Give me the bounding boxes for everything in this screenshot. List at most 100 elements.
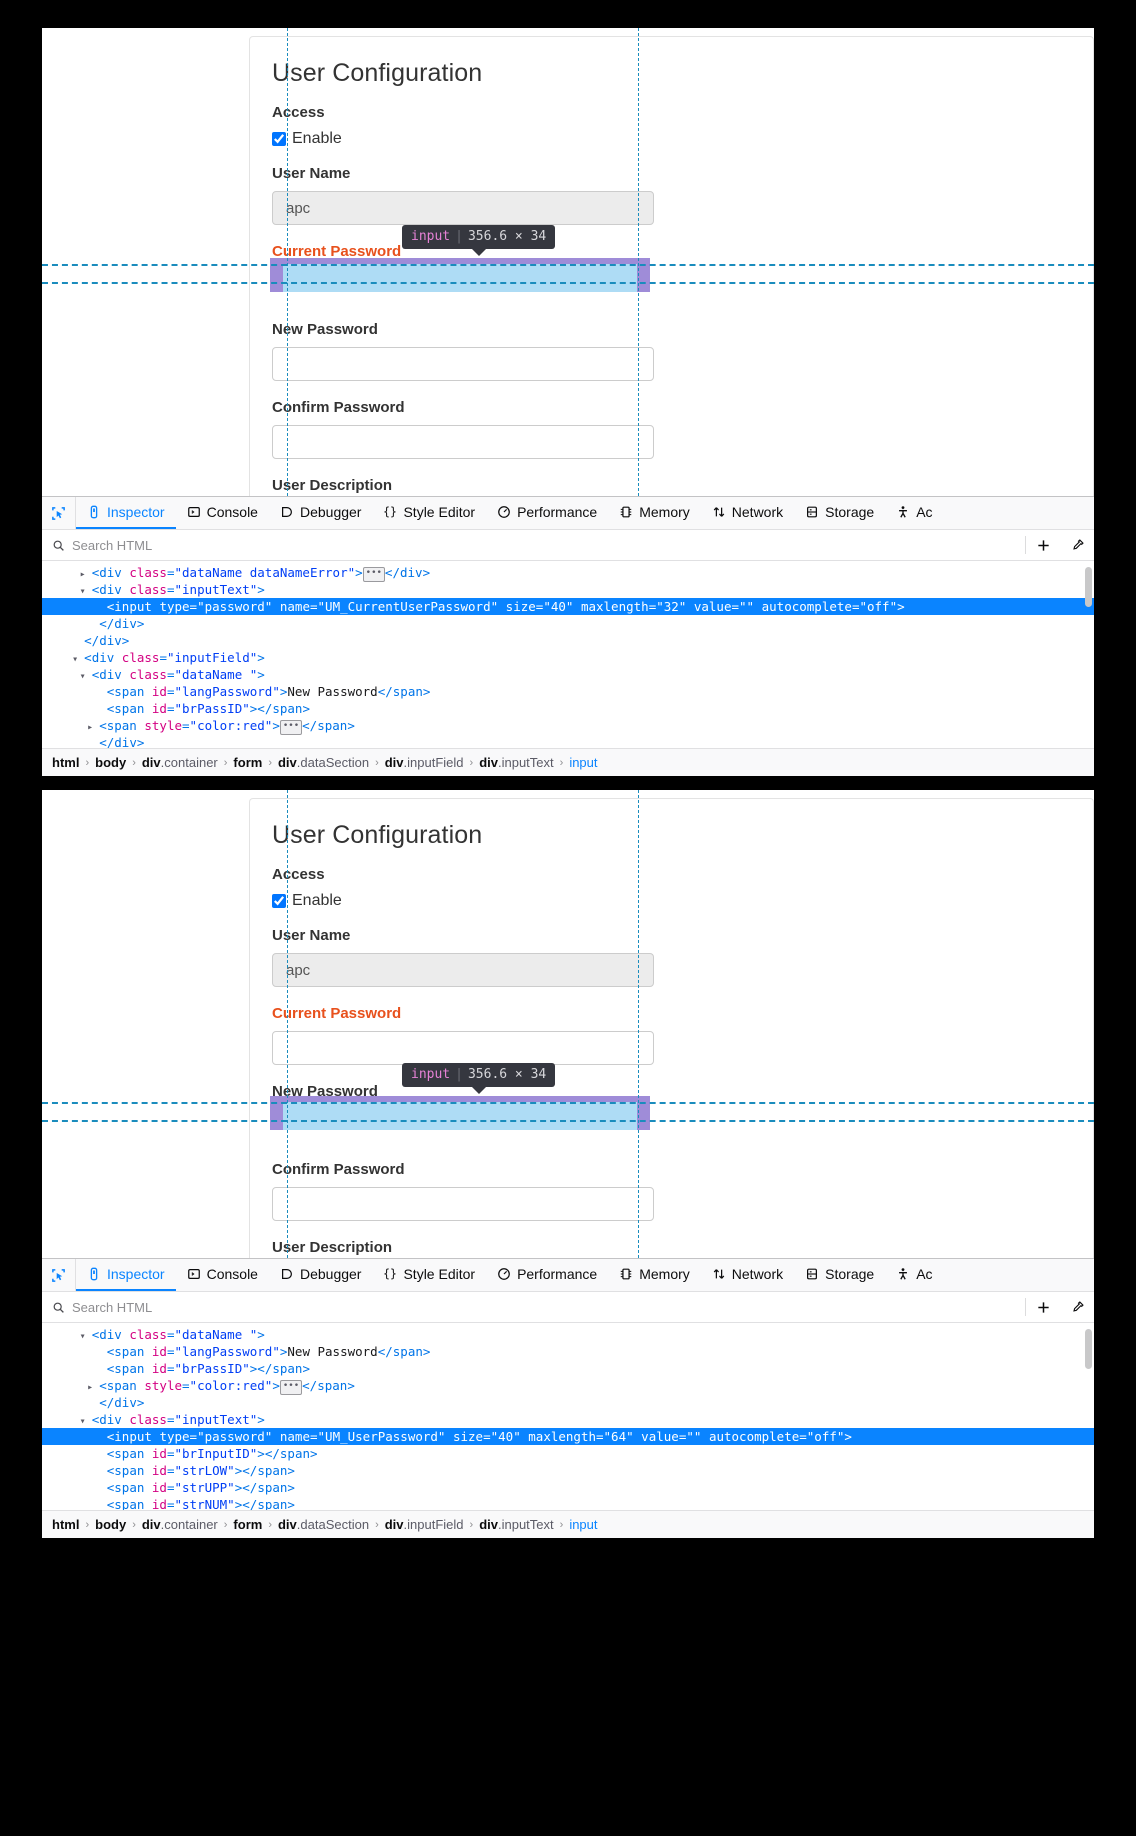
breadcrumb-item-div-inputField[interactable]: div.inputField <box>385 1517 464 1532</box>
breadcrumb-item-input[interactable]: input <box>569 1517 597 1532</box>
tab-storage[interactable]: Storage <box>794 1259 885 1291</box>
element-picker-icon[interactable] <box>42 497 76 530</box>
devtools-tab-list: Inspector Console Debugger {} Style Edit… <box>76 1259 944 1292</box>
breadcrumb-item-input[interactable]: input <box>569 755 597 770</box>
tab-storage[interactable]: Storage <box>794 497 885 529</box>
eyedropper-icon[interactable] <box>1060 1292 1094 1323</box>
breadcrumb-item-form[interactable]: form <box>233 1517 262 1532</box>
twisty-icon[interactable]: ▾ <box>80 586 92 597</box>
twisty-icon[interactable]: ▸ <box>87 722 99 733</box>
devtools-search-bar[interactable]: Search HTML <box>42 530 1094 562</box>
markup-node[interactable]: </div> <box>42 632 1094 649</box>
markup-pun: > <box>347 1378 355 1394</box>
breadcrumb-item-div-inputField[interactable]: div.inputField <box>385 755 464 770</box>
breadcrumb-item-body[interactable]: body <box>95 1517 126 1532</box>
enable-checkbox[interactable] <box>272 132 286 146</box>
breadcrumb-item-div-container[interactable]: div.container <box>142 755 218 770</box>
markup-pun: < <box>99 1378 107 1394</box>
markup-attr: maxlength <box>528 1429 596 1445</box>
new-password-label: New Password <box>272 321 378 338</box>
confirm-password-input[interactable] <box>272 1187 654 1221</box>
breadcrumb-item-html[interactable]: html <box>52 1517 79 1532</box>
enable-label[interactable]: Enable <box>292 892 342 910</box>
markup-node-selected[interactable]: <input type="password" name="UM_UserPass… <box>42 1428 1094 1446</box>
tab-memory[interactable]: Memory <box>608 1259 701 1291</box>
current-password-input[interactable] <box>272 1031 654 1065</box>
tab-network[interactable]: Network <box>701 497 794 529</box>
markup-node[interactable]: ▾ <div class="inputText"> <box>42 1411 1094 1428</box>
markup-tag: div <box>114 616 137 632</box>
user-name-input[interactable] <box>272 953 654 987</box>
breadcrumb-item-div-dataSection[interactable]: div.dataSection <box>278 1517 369 1532</box>
breadcrumb-item-body[interactable]: body <box>95 755 126 770</box>
markup-node[interactable]: ▸ <div class="dataName dataNameError"> ••… <box>42 564 1094 583</box>
twisty-icon[interactable]: ▾ <box>80 1331 92 1342</box>
tab-debugger[interactable]: Debugger <box>269 497 373 529</box>
tab-inspector[interactable]: Inspector <box>76 497 176 530</box>
expand-ellipsis-icon[interactable]: ••• <box>279 720 303 736</box>
markup-node[interactable]: ▸ <span style="color:red"> ••• </span> <box>42 717 1094 736</box>
element-picker-icon[interactable] <box>42 1259 76 1292</box>
eyedropper-icon[interactable] <box>1060 530 1094 561</box>
markup-node[interactable]: ▾ <div class="dataName "> <box>42 666 1094 683</box>
markup-node[interactable]: ▾ <div class="inputText"> <box>42 581 1094 598</box>
expand-ellipsis-icon[interactable]: ••• <box>362 567 385 583</box>
markup-node[interactable]: </div> <box>42 615 1094 632</box>
tab-console[interactable]: Console <box>176 497 269 529</box>
markup-node[interactable]: <span id="strNUM"></span> <box>42 1496 1094 1510</box>
markup-node[interactable]: <span id="brInputID"></span> <box>42 1445 1094 1462</box>
markup-node[interactable]: ▾ <div class="dataName "> <box>42 1326 1094 1343</box>
tab-memory[interactable]: Memory <box>608 497 701 529</box>
tab-accessibility[interactable]: Ac <box>885 497 943 529</box>
tab-performance[interactable]: Performance <box>486 1259 608 1291</box>
markup-node[interactable]: <span id="langPassword">New Password</sp… <box>42 1343 1094 1360</box>
markup-node[interactable]: <span id="langPassword">New Password</sp… <box>42 683 1094 700</box>
search-input[interactable]: Search HTML <box>72 1300 152 1315</box>
breadcrumb-item-div-inputText[interactable]: div.inputText <box>479 755 553 770</box>
markup-view-bottom[interactable]: ▾ <div class="dataName "> <span id="lang… <box>42 1323 1094 1511</box>
markup-node[interactable]: <span id="strLOW"></span> <box>42 1462 1094 1479</box>
new-password-input[interactable] <box>272 347 654 381</box>
plus-icon[interactable] <box>1026 530 1060 561</box>
tab-network[interactable]: Network <box>701 1259 794 1291</box>
tooltip-dimensions: 356.6 × 34 <box>467 229 547 244</box>
twisty-icon[interactable]: ▾ <box>72 654 84 665</box>
enable-checkbox-row[interactable]: Enable <box>272 130 1093 148</box>
devtools-search-bar[interactable]: Search HTML <box>42 1292 1094 1324</box>
markup-node[interactable]: ▸ <span style="color:red"> ••• </span> <box>42 1377 1094 1396</box>
enable-checkbox[interactable] <box>272 894 286 908</box>
markup-scrollbar[interactable] <box>1085 567 1092 608</box>
tab-performance[interactable]: Performance <box>486 497 608 529</box>
markup-node[interactable]: </div> <box>42 734 1094 748</box>
twisty-icon[interactable]: ▸ <box>87 1382 99 1393</box>
markup-node-selected[interactable]: <input type="password" name="UM_CurrentU… <box>42 598 1094 616</box>
markup-scrollbar[interactable] <box>1085 1329 1092 1370</box>
enable-label[interactable]: Enable <box>292 130 342 148</box>
breadcrumb-item-div-container[interactable]: div.container <box>142 1517 218 1532</box>
markup-node[interactable]: </div> <box>42 1394 1094 1411</box>
search-input[interactable]: Search HTML <box>72 538 152 553</box>
tab-style-editor[interactable]: {} Style Editor <box>372 497 486 529</box>
tab-console[interactable]: Console <box>176 1259 269 1291</box>
tab-debugger[interactable]: Debugger <box>269 1259 373 1291</box>
enable-checkbox-row[interactable]: Enable <box>272 892 1093 910</box>
twisty-icon[interactable]: ▾ <box>80 1416 92 1427</box>
markup-view-top[interactable]: ▸ <div class="dataName dataNameError"> ••… <box>42 561 1094 749</box>
markup-node[interactable]: <span id="brPassID"></span> <box>42 1360 1094 1377</box>
tab-inspector[interactable]: Inspector <box>76 1259 176 1292</box>
markup-node[interactable]: <span id="brPassID"></span> <box>42 700 1094 717</box>
markup-node[interactable]: <span id="strUPP"></span> <box>42 1479 1094 1496</box>
breadcrumb-item-form[interactable]: form <box>233 755 262 770</box>
tab-style-editor[interactable]: {} Style Editor <box>372 1259 486 1291</box>
plus-icon[interactable] <box>1026 1292 1060 1323</box>
confirm-password-input[interactable] <box>272 425 654 459</box>
breadcrumb-item-div-dataSection[interactable]: div.dataSection <box>278 755 369 770</box>
user-name-input[interactable] <box>272 191 654 225</box>
breadcrumb-item-div-inputText[interactable]: div.inputText <box>479 1517 553 1532</box>
markup-node[interactable]: ▾ <div class="inputField"> <box>42 649 1094 666</box>
tab-accessibility[interactable]: Ac <box>885 1259 943 1291</box>
twisty-icon[interactable]: ▸ <box>80 569 92 580</box>
twisty-icon[interactable]: ▾ <box>80 671 92 682</box>
breadcrumb-item-html[interactable]: html <box>52 755 79 770</box>
expand-ellipsis-icon[interactable]: ••• <box>279 1380 303 1396</box>
